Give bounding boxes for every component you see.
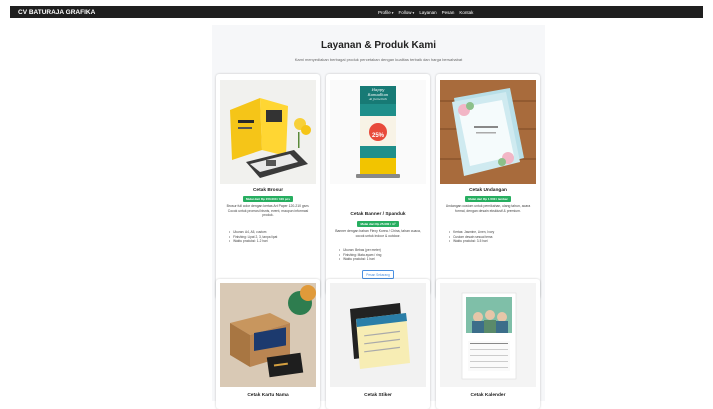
card-title: Cetak Undangan xyxy=(469,188,507,193)
product-card-undangan: Cetak Undangan Mulai dari Rp 1.500 / lem… xyxy=(436,74,540,299)
card-description: Banner dengan bahan Flexy Korea / China,… xyxy=(335,229,421,238)
stiker-image xyxy=(330,283,426,387)
undangan-image xyxy=(440,80,536,184)
product-card-brosur: Cetak Brosur Mulai dari Rp 150.000 / 100… xyxy=(216,74,320,299)
brand-logo[interactable]: CV BATURAJA GRAFIKA xyxy=(18,9,95,16)
order-button[interactable]: Pesan Sekarang xyxy=(362,270,394,279)
nav-item-layanan[interactable]: Layanan xyxy=(419,10,436,15)
nav-item-label: Follow xyxy=(398,9,412,15)
top-navbar: CV BATURAJA GRAFIKA Profile▾ Follow▾ Lay… xyxy=(10,6,703,18)
banner-discount: 25% xyxy=(371,133,384,139)
card-title: Cetak Kalender xyxy=(470,393,506,398)
chevron-down-icon: ▾ xyxy=(391,10,394,15)
list-item: Waktu produksi: 1-2 hari xyxy=(229,239,313,244)
card-title: Cetak Brosur xyxy=(252,188,284,193)
product-card-kartu-nama: Cetak Kartu Nama xyxy=(216,279,320,409)
card-title: Cetak Stiker xyxy=(364,393,392,398)
nav-item-pesan[interactable]: Pesan xyxy=(442,10,455,15)
card-title: Cetak Kartu Nama xyxy=(247,393,289,398)
product-card-kalender: Cetak Kalender xyxy=(436,279,540,409)
section-title: Layanan & Produk Kami xyxy=(320,40,437,51)
product-card-stiker: Cetak Stiker xyxy=(326,279,430,409)
banner-graphic-text: Happy Ramadhan Al Jumeirah xyxy=(360,87,396,102)
feature-list: Ukuran: A4, A5, custom Finishing: Lipat … xyxy=(229,230,313,244)
brosur-image xyxy=(220,80,316,184)
feature-list: Ukuran: Bebas (per meter) Finishing: Mat… xyxy=(339,248,423,262)
product-card-banner: Happy Ramadhan Al Jumeirah 25% Cetak Ban… xyxy=(326,74,430,295)
card-description: Undangan custom untuk pernikahan, ulang … xyxy=(445,204,531,213)
price-badge: Mulai dari Rp 150.000 / 100 pcs xyxy=(216,196,320,202)
price-badge-text: Mulai dari Rp 150.000 / 100 pcs xyxy=(242,196,294,202)
card-title: Cetak Banner / Spanduk xyxy=(350,212,406,217)
chevron-down-icon: ▾ xyxy=(412,10,415,15)
list-item: Waktu produksi: 3-5 hari xyxy=(449,239,533,244)
price-badge: Mulai dari Rp 1.500 / lembar xyxy=(436,196,540,202)
banner-text-line: Al Jumeirah xyxy=(369,97,387,102)
price-badge-text: Mulai dari Rp 25.000 / m² xyxy=(357,221,399,227)
nav-item-profile[interactable]: Profile▾ xyxy=(378,10,394,15)
nav-links: Profile▾ Follow▾ Layanan Pesan Kontak xyxy=(378,6,473,18)
nav-item-kontak[interactable]: Kontak xyxy=(459,10,473,15)
nav-item-label: Profile xyxy=(378,9,391,15)
price-badge-text: Mulai dari Rp 1.500 / lembar xyxy=(465,196,511,202)
banner-image: Happy Ramadhan Al Jumeirah 25% xyxy=(330,80,426,184)
feature-list: Kertas: Jasmine, Linen, Ivory Custom des… xyxy=(449,230,533,244)
section-subtitle: Kami menyediakan berbagai produk perceta… xyxy=(294,57,463,62)
list-item: Waktu produksi: 1 hari xyxy=(339,257,423,262)
services-section: Layanan & Produk Kami Kami menyediakan b… xyxy=(212,25,545,409)
kalender-image xyxy=(440,283,536,387)
price-badge: Mulai dari Rp 25.000 / m² xyxy=(326,221,430,227)
card-description: Brosur full color dengan kertas Art Pape… xyxy=(226,204,310,218)
kartu-nama-image xyxy=(220,283,316,387)
nav-item-follow[interactable]: Follow▾ xyxy=(399,10,415,15)
